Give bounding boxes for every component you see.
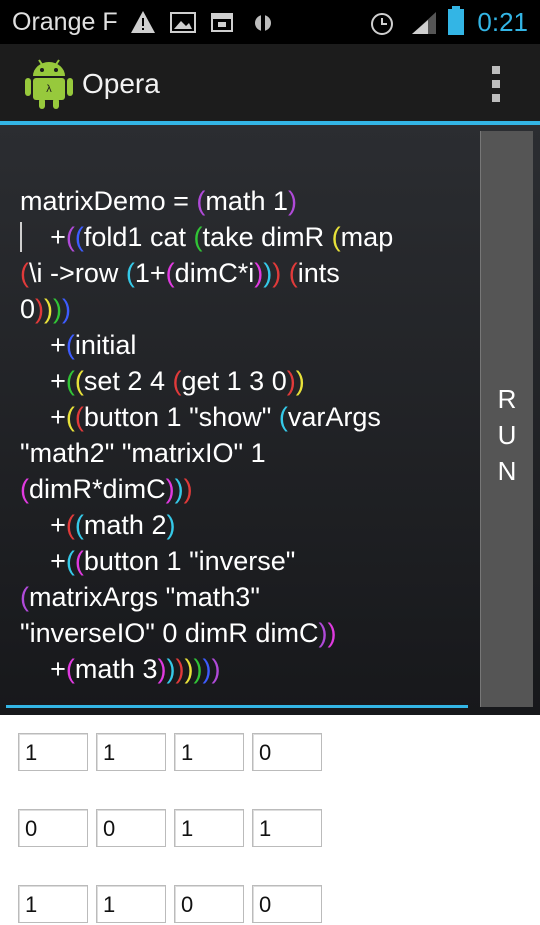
- matrix-cell[interactable]: 1: [18, 733, 88, 771]
- run-letter: N: [497, 456, 517, 486]
- run-letter: R: [497, 384, 517, 414]
- text-cursor: [20, 222, 22, 252]
- code-line: +(initial: [50, 330, 137, 360]
- clock: 0:21: [477, 7, 528, 37]
- editor-underline: [6, 705, 468, 708]
- code-line: +((math 2): [50, 510, 176, 540]
- android-debug-icon: [250, 10, 276, 41]
- battery-icon: [446, 6, 466, 41]
- code-line: +((button 1 "inverse": [50, 546, 296, 576]
- code-line: "math2" "matrixIO" 1: [20, 438, 266, 468]
- matrix-cell[interactable]: 0: [18, 809, 88, 847]
- matrix-cell[interactable]: 1: [96, 885, 166, 923]
- code-line: "inverseIO" 0 dimR dimC)): [20, 618, 337, 648]
- run-button[interactable]: R U N: [480, 131, 533, 707]
- android-logo-icon[interactable]: λ: [24, 56, 74, 115]
- matrix-cell[interactable]: 1: [96, 733, 166, 771]
- status-bar: Orange F 0:21: [0, 0, 540, 44]
- overflow-menu-icon[interactable]: [492, 66, 500, 102]
- matrix-cell[interactable]: 1: [18, 885, 88, 923]
- code-text[interactable]: matrixDemo = (math 1) +((fold1 cat (take…: [20, 183, 465, 687]
- signal-icon: [410, 10, 438, 41]
- run-button-label: R U N: [481, 381, 533, 489]
- code-line: +(math 3))))))): [50, 654, 221, 684]
- code-editor[interactable]: matrixDemo = (math 1) +((fold1 cat (take…: [0, 125, 540, 715]
- matrix-grid: 1 1 1 0 0 0 1 1 1 1 0 0: [0, 715, 540, 923]
- image-icon: [170, 10, 196, 39]
- app-title: Opera: [82, 68, 160, 99]
- matrix-cell[interactable]: 0: [96, 809, 166, 847]
- svg-text:λ: λ: [46, 84, 52, 95]
- matrix-cell[interactable]: 1: [174, 809, 244, 847]
- code-line: +((button 1 "show" (varArgs: [50, 402, 381, 432]
- matrix-cell[interactable]: 0: [252, 885, 322, 923]
- action-bar: λ Opera: [0, 44, 540, 121]
- matrix-cell[interactable]: 0: [252, 733, 322, 771]
- code-line: 0)))): [20, 294, 72, 324]
- warning-icon: [130, 10, 156, 39]
- code-line: (dimR*dimC))): [20, 474, 193, 504]
- code-line: (\i ->row (1+(dimC*i))) (ints: [20, 258, 340, 288]
- calendar-icon: [210, 10, 234, 39]
- code-line: (matrixArgs "math3": [20, 582, 260, 612]
- matrix-cell[interactable]: 1: [174, 733, 244, 771]
- code-line: matrixDemo = (math 1): [20, 186, 298, 216]
- code-line: +((set 2 4 (get 1 3 0)): [50, 366, 305, 396]
- alarm-icon: [368, 10, 396, 41]
- run-letter: U: [497, 420, 517, 450]
- matrix-cell[interactable]: 1: [252, 809, 322, 847]
- carrier-name: Orange F: [12, 8, 118, 36]
- code-line: +((fold1 cat (take dimR (map: [50, 222, 394, 252]
- matrix-cell[interactable]: 0: [174, 885, 244, 923]
